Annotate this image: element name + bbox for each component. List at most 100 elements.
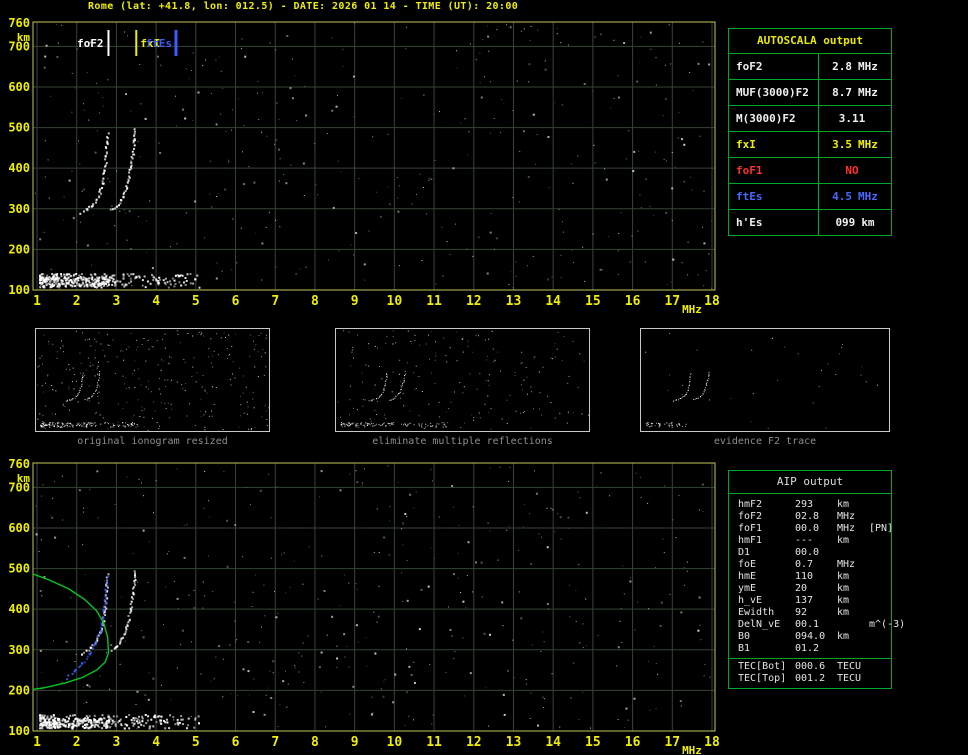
svg-text:760: 760	[8, 457, 30, 471]
table-row: DelN_vE00.1m^(-3)	[729, 619, 891, 631]
ionogram-plot-bottom: 760700600500400300200100km12345678910111…	[0, 455, 730, 755]
table-row: foF2 2.8MHz	[729, 54, 891, 80]
table-row: fxI 3.5MHz	[729, 132, 891, 158]
svg-text:11: 11	[426, 294, 442, 309]
table-row: B0094.0km	[729, 631, 891, 643]
table-row: TEC[Top]001.2TECU	[729, 673, 891, 685]
autoscala-table-title: AUTOSCALA output	[729, 29, 891, 54]
param-label: ftEs	[729, 184, 819, 209]
table-row: M(3000)F2 3.11	[729, 106, 891, 132]
aip-tec-section: TEC[Bot]000.6TECU TEC[Top]001.2TECU	[729, 658, 891, 688]
svg-text:17: 17	[664, 735, 680, 750]
svg-text:13: 13	[506, 294, 522, 309]
svg-text:5: 5	[192, 735, 200, 750]
thumbnail-evidence-f2-trace	[640, 328, 890, 432]
aip-output-table: AIP output hmF2293km foF202.8MHz foF100.…	[728, 470, 892, 689]
table-row: hmF2293km	[729, 499, 891, 511]
param-value: 3.5MHz	[819, 132, 891, 157]
table-row: D100.0	[729, 547, 891, 559]
param-label: fxI	[729, 132, 819, 157]
svg-text:600: 600	[8, 521, 30, 535]
svg-text:2: 2	[73, 735, 81, 750]
svg-text:8: 8	[311, 735, 319, 750]
svg-text:12: 12	[466, 294, 482, 309]
param-label: h'Es	[729, 210, 819, 235]
svg-text:100: 100	[8, 283, 30, 297]
svg-text:17: 17	[664, 294, 680, 309]
svg-text:300: 300	[8, 643, 30, 657]
autoscala-output-table: AUTOSCALA output foF2 2.8MHz MUF(3000)F2…	[728, 28, 892, 236]
svg-text:18: 18	[704, 294, 720, 309]
svg-text:7: 7	[271, 294, 279, 309]
svg-text:9: 9	[351, 294, 359, 309]
svg-text:4: 4	[152, 294, 160, 309]
param-value: 2.8MHz	[819, 54, 891, 79]
thumbnail-caption: evidence F2 trace	[640, 436, 890, 447]
svg-text:15: 15	[585, 735, 601, 750]
ionogram-plot-top: 760700600500400300200100km12345678910111…	[0, 14, 730, 328]
svg-text:km: km	[17, 472, 31, 485]
table-row: MUF(3000)F2 8.7MHz	[729, 80, 891, 106]
svg-text:3: 3	[112, 735, 120, 750]
svg-text:400: 400	[8, 161, 30, 175]
svg-text:14: 14	[545, 294, 561, 309]
svg-text:15: 15	[585, 294, 601, 309]
svg-text:12: 12	[466, 735, 482, 750]
svg-text:2: 2	[73, 294, 81, 309]
svg-text:200: 200	[8, 683, 30, 697]
thumbnail-eliminate-reflections	[335, 328, 590, 432]
param-value: 8.7MHz	[819, 80, 891, 105]
svg-text:km: km	[17, 31, 31, 44]
aip-table-title: AIP output	[729, 471, 891, 494]
table-row: ymE20km	[729, 583, 891, 595]
svg-text:9: 9	[351, 735, 359, 750]
param-label: MUF(3000)F2	[729, 80, 819, 105]
table-row: Ewidth92km	[729, 607, 891, 619]
svg-text:500: 500	[8, 562, 30, 576]
svg-text:3: 3	[112, 294, 120, 309]
svg-text:11: 11	[426, 735, 442, 750]
svg-text:6: 6	[232, 294, 240, 309]
table-row: B101.2	[729, 643, 891, 655]
svg-text:5: 5	[192, 294, 200, 309]
svg-text:1: 1	[33, 735, 41, 750]
svg-text:300: 300	[8, 202, 30, 216]
svg-text:7: 7	[271, 735, 279, 750]
svg-text:16: 16	[625, 735, 641, 750]
table-row: h'Es 099km	[729, 210, 891, 235]
param-label: M(3000)F2	[729, 106, 819, 131]
svg-text:600: 600	[8, 80, 30, 94]
aip-table-body: hmF2293km foF202.8MHz foF100.0MHz[PN] hm…	[729, 494, 891, 658]
param-value: NO	[819, 158, 891, 183]
svg-text:100: 100	[8, 724, 30, 738]
table-row: ftEs 4.5MHz	[729, 184, 891, 210]
svg-text:18: 18	[704, 735, 720, 750]
svg-text:4: 4	[152, 735, 160, 750]
table-row: h_vE137km	[729, 595, 891, 607]
table-row: foF100.0MHz[PN]	[729, 523, 891, 535]
table-row: hmF1---km	[729, 535, 891, 547]
svg-text:10: 10	[387, 294, 403, 309]
svg-text:500: 500	[8, 121, 30, 135]
table-row: TEC[Bot]000.6TECU	[729, 661, 891, 673]
svg-text:MHz: MHz	[682, 303, 702, 316]
svg-text:1: 1	[33, 294, 41, 309]
svg-text:8: 8	[311, 294, 319, 309]
autoscala-app-window: Rome (lat: +41.8, lon: 012.5) - DATE: 20…	[0, 0, 968, 755]
svg-text:14: 14	[545, 735, 561, 750]
param-value: 4.5MHz	[819, 184, 891, 209]
svg-text:foF2: foF2	[77, 37, 104, 50]
svg-text:6: 6	[232, 735, 240, 750]
thumbnail-original-ionogram	[35, 328, 270, 432]
param-value: 099km	[819, 210, 891, 235]
param-label: foF1	[729, 158, 819, 183]
page-title: Rome (lat: +41.8, lon: 012.5) - DATE: 20…	[88, 1, 518, 12]
table-row: hmE110km	[729, 571, 891, 583]
param-label: foF2	[729, 54, 819, 79]
table-row: foF202.8MHz	[729, 511, 891, 523]
svg-text:760: 760	[8, 16, 30, 30]
table-row: foE0.7MHz	[729, 559, 891, 571]
svg-text:ftEs: ftEs	[145, 37, 172, 50]
svg-text:13: 13	[506, 735, 522, 750]
table-row: foF1 NO	[729, 158, 891, 184]
